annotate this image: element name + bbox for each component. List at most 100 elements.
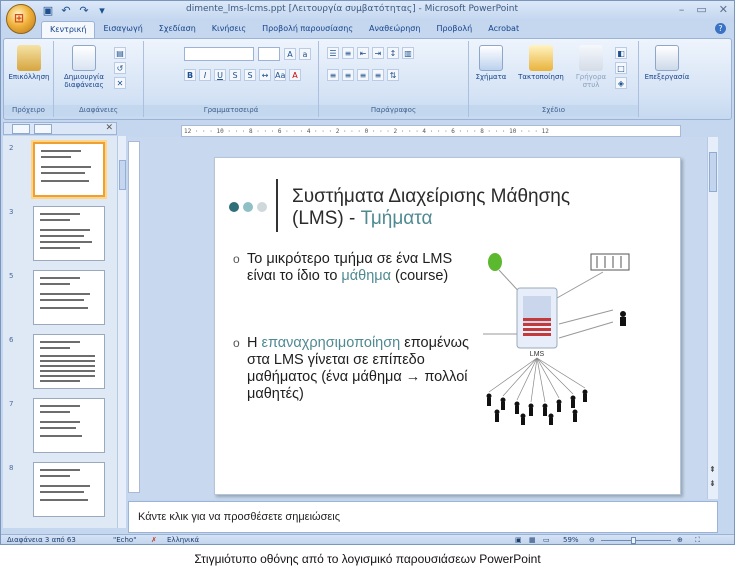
paste-icon [17,45,41,71]
image-caption: Στιγμιότυπο οθόνης από το λογισμικό παρο… [194,552,541,566]
next-slide-icon[interactable]: ⇟ [709,479,716,488]
slide-counter: Διαφάνεια 3 από 63 [7,536,76,544]
text-direction-icon[interactable]: ⇅ [387,69,399,81]
slide-thumbnail[interactable] [33,398,105,453]
slide-thumbnail[interactable] [33,334,105,389]
thumbnails-scrollbar[interactable] [117,136,126,528]
quick-styles-button[interactable]: Γρήγορα στυλ [571,45,611,89]
thumbnail-row[interactable]: 8 [3,462,113,520]
tab-view[interactable]: Προβολή [428,21,480,38]
delete-slide-icon[interactable]: ✕ [114,77,126,89]
line-spacing-icon[interactable]: ↕ [387,47,399,59]
slide-number: 8 [9,464,14,472]
zoom-level[interactable]: 59% [563,536,579,544]
normal-view-icon[interactable]: ▣ [515,536,522,544]
strikethrough-icon[interactable]: S [229,69,241,81]
shapes-button[interactable]: Σχήματα [471,45,511,81]
help-icon[interactable]: ? [715,23,726,34]
thumbnail-row[interactable]: 7 [3,398,113,456]
underline-icon[interactable]: U [214,69,226,81]
zoom-slider[interactable] [601,540,671,541]
bullet-marker-icon: o [233,336,240,350]
tab-design[interactable]: Σχεδίαση [151,21,204,38]
tab-slide-show[interactable]: Προβολή παρουσίασης [254,21,361,38]
align-left-icon[interactable]: ≡ [327,69,339,81]
slide-view-scrollbar[interactable]: ⇞ ⇟ [707,137,718,499]
italic-icon[interactable]: I [199,69,211,81]
slide-number: 2 [9,144,14,152]
shadow-icon[interactable]: S [244,69,256,81]
slide-show-icon[interactable]: ▭ [543,536,550,544]
window-title: dimente_lms-lcms.ppt [Λειτουργία συμβατό… [186,4,519,14]
align-right-icon[interactable]: ≡ [357,69,369,81]
bullets-icon[interactable]: ☰ [327,47,339,59]
bullet-2[interactable]: o Η επαναχρησιμοποίηση επομένως στα LMS … [233,335,482,403]
tab-insert[interactable]: Εισαγωγή [95,21,150,38]
save-icon[interactable]: ▣ [41,4,55,18]
spellcheck-icon[interactable]: ✗ [151,536,157,544]
numbering-icon[interactable]: ≡ [342,47,354,59]
customize-icon[interactable]: ▾ [95,4,109,18]
previous-slide-icon[interactable]: ⇞ [709,465,716,474]
zoom-slider-handle[interactable] [631,537,636,544]
shape-fill-icon[interactable]: ◧ [615,47,627,59]
close-pane-icon[interactable]: ✕ [105,123,113,133]
thumbnail-row[interactable]: 6 [3,334,113,392]
outline-tab[interactable] [34,124,52,134]
undo-icon[interactable]: ↶ [59,4,73,18]
quick-styles-icon [579,45,603,71]
layout-icon[interactable]: ▤ [114,47,126,59]
slide-title[interactable]: Συστήματα Διαχείρισης Μάθησης (LMS) - Τμ… [292,186,570,230]
bullet-1[interactable]: o Το μικρότερο τμήμα σε ένα LMS είναι το… [233,251,472,285]
decrease-indent-icon[interactable]: ⇤ [357,47,369,59]
paste-button[interactable]: Επικόλληση [7,45,51,81]
office-button[interactable]: ⊞ [6,4,36,34]
align-center-icon[interactable]: ≡ [342,69,354,81]
scroll-thumb[interactable] [119,160,126,190]
shrink-font-icon[interactable]: a [299,48,311,60]
columns-icon[interactable]: ▥ [402,47,414,59]
notes-pane[interactable]: Κάντε κλικ για να προσθέσετε σημειώσεις [128,501,718,533]
tab-home[interactable]: Κεντρική [41,21,96,38]
tab-review[interactable]: Αναθεώρηση [361,21,428,38]
slide-thumbnail[interactable] [33,462,105,517]
font-name-select[interactable] [184,47,254,61]
reset-icon[interactable]: ↺ [114,62,126,74]
redo-icon[interactable]: ↷ [77,4,91,18]
language-indicator[interactable]: Ελληνικά [167,536,199,544]
decor-dot [257,202,267,212]
zoom-in-icon[interactable]: ⊕ [677,536,683,544]
scroll-thumb[interactable] [709,152,717,192]
close-icon[interactable]: ✕ [719,3,728,16]
decor-dot [229,202,239,212]
justify-icon[interactable]: ≡ [372,69,384,81]
slide-thumbnail[interactable] [33,270,105,325]
slide-thumbnail[interactable] [33,142,105,197]
grow-font-icon[interactable]: A [284,48,296,60]
arrange-button[interactable]: Τακτοποίηση [513,45,569,81]
new-slide-button[interactable]: Δημιουργία διαφάνειας [58,45,110,89]
tab-animations[interactable]: Κινήσεις [204,21,254,38]
editing-button[interactable]: Επεξεργασία [643,45,691,81]
tab-acrobat[interactable]: Acrobat [480,21,527,38]
minimize-icon[interactable]: – [679,3,685,16]
bold-icon[interactable]: B [184,69,196,81]
thumbnail-row[interactable]: 2 [3,142,113,200]
slide-thumbnail[interactable] [33,206,105,261]
shape-outline-icon[interactable]: □ [615,62,627,74]
font-color-icon[interactable]: A [289,69,301,81]
change-case-icon[interactable]: Aa [274,69,286,81]
slides-tab[interactable] [12,124,30,134]
thumbnail-row[interactable]: 5 [3,270,113,328]
slide-number: 5 [9,272,14,280]
font-size-select[interactable] [258,47,280,61]
thumbnail-row[interactable]: 3 [3,206,113,264]
restore-icon[interactable]: ▭ [696,3,706,16]
fit-to-window-icon[interactable]: ⛶ [695,536,700,544]
increase-indent-icon[interactable]: ⇥ [372,47,384,59]
slide-sorter-icon[interactable]: ▦ [529,536,536,544]
spacing-icon[interactable]: ↔ [259,69,271,81]
slide[interactable]: Συστήματα Διαχείρισης Μάθησης (LMS) - Τμ… [214,157,681,495]
zoom-out-icon[interactable]: ⊖ [589,536,595,544]
shape-effects-icon[interactable]: ◈ [615,77,627,89]
